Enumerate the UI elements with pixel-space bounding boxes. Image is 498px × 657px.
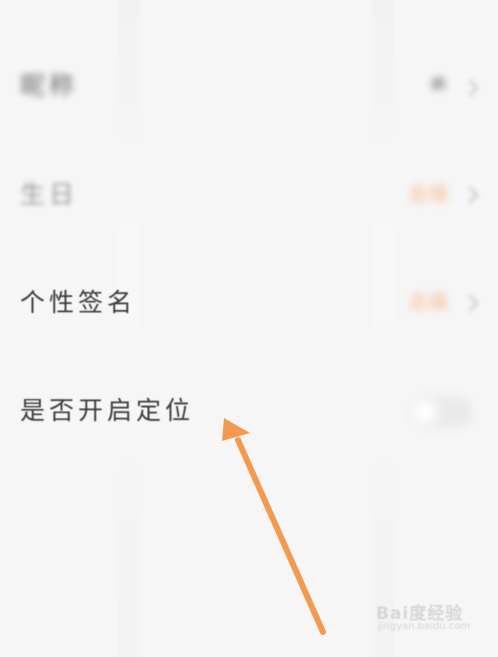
annotation-arrow-shaft: [235, 437, 326, 635]
watermark-url: jingyan.baidu.com: [378, 621, 471, 632]
annotation-arrowhead: [222, 418, 250, 441]
annotation-arrow: [222, 418, 326, 635]
baidu-jingyan-watermark: Bai度经验 jingyan.baidu.com: [376, 597, 476, 637]
